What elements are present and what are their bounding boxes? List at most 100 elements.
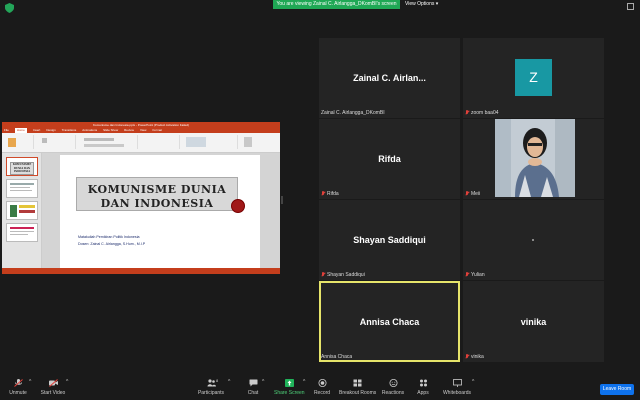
participant-label: Yulian bbox=[465, 272, 485, 278]
whiteboards-button[interactable]: Whiteboards bbox=[441, 379, 473, 396]
meeting-toolbar: Unmute ^ Start Video ^ Participants 8 ^ bbox=[0, 376, 640, 400]
participant-tile[interactable]: Rifda Rifda bbox=[319, 119, 460, 199]
participant-label-text: Rifda bbox=[327, 191, 339, 197]
ribbon-icon bbox=[42, 138, 47, 143]
record-button[interactable]: Record bbox=[313, 379, 331, 396]
participant-video-frame bbox=[495, 119, 575, 197]
participants-button[interactable]: Participants bbox=[197, 379, 225, 396]
slide-thumbnail[interactable] bbox=[6, 223, 38, 242]
mic-muted-icon bbox=[465, 272, 469, 277]
viewing-screen-banner: You are viewing Zainal C. Airlangga_DKom… bbox=[273, 0, 400, 9]
participant-tile[interactable]: Zainal C. Airlan... Zainal C. Airlangga_… bbox=[319, 38, 460, 118]
breakout-rooms-button[interactable]: Breakout Rooms bbox=[339, 379, 377, 396]
unmute-label: Unmute bbox=[9, 390, 27, 396]
participant-label: Zainal C. Airlangga_DKomBI bbox=[321, 110, 385, 116]
start-video-button[interactable]: Start Video bbox=[39, 379, 67, 396]
participant-display-name: Rifda bbox=[378, 154, 401, 164]
thumb-heading: KOMUNISME DUNIA DAN INDONESIA bbox=[10, 162, 34, 175]
slide-canvas: KOMUNISME DUNIA DAN INDONESIA Matakuliah… bbox=[42, 153, 280, 268]
participants-count: 8 bbox=[216, 378, 219, 383]
participant-display-name: Shayan Saddiqui bbox=[353, 235, 426, 245]
audio-options-caret[interactable]: ^ bbox=[29, 379, 31, 385]
participant-label-text: Yulian bbox=[471, 272, 485, 278]
share-screen-label: Share Screen bbox=[274, 390, 305, 396]
slide-subtitle-course: Matakuliah Pemikiran Politik Indonesia bbox=[78, 235, 140, 239]
resize-handle[interactable] bbox=[281, 196, 283, 204]
participant-label-text: zoom baa04 bbox=[471, 110, 499, 116]
chat-options-caret[interactable]: ^ bbox=[262, 379, 264, 385]
participant-display-name: Annisa Chaca bbox=[359, 316, 420, 327]
reactions-label: Reactions bbox=[381, 390, 405, 396]
paste-icon bbox=[8, 138, 16, 147]
record-label: Record bbox=[313, 390, 331, 396]
participant-label: vinika bbox=[465, 354, 484, 360]
reactions-icon bbox=[389, 379, 397, 387]
current-slide[interactable]: KOMUNISME DUNIA DAN INDONESIA Matakuliah… bbox=[60, 155, 260, 268]
mic-muted-icon bbox=[321, 272, 325, 277]
chat-icon bbox=[249, 379, 257, 387]
ppt-ribbon bbox=[2, 133, 280, 153]
shared-screen[interactable]: Komunisme dan Indonesia.pptx - PowerPoin… bbox=[2, 122, 280, 274]
participant-display-name: Zainal C. Airlan... bbox=[353, 73, 426, 83]
chat-button[interactable]: Chat bbox=[245, 379, 261, 396]
mic-muted-icon bbox=[13, 379, 23, 387]
apps-icon bbox=[419, 379, 427, 387]
participant-label: zoom baa04 bbox=[465, 110, 499, 116]
leave-room-button[interactable]: Leave Room bbox=[600, 384, 634, 395]
apps-button[interactable]: Apps bbox=[415, 379, 431, 396]
slide-thumbnail[interactable] bbox=[6, 201, 38, 220]
shield-icon[interactable] bbox=[5, 3, 14, 13]
university-seal-icon bbox=[231, 199, 245, 213]
start-video-label: Start Video bbox=[40, 390, 66, 396]
slide-thumbnail[interactable] bbox=[6, 179, 38, 198]
unmute-button[interactable]: Unmute bbox=[6, 379, 30, 396]
participant-tile-active-speaker[interactable]: Annisa Chaca Annisa Chaca bbox=[319, 281, 460, 362]
participants-options-caret[interactable]: ^ bbox=[228, 379, 230, 385]
participant-label-text: Meii bbox=[471, 191, 481, 197]
share-options-caret[interactable]: ^ bbox=[303, 379, 305, 385]
slide-title-line2: DAN INDONESIA bbox=[100, 197, 214, 210]
fullscreen-icon[interactable] bbox=[627, 3, 634, 10]
breakout-rooms-icon bbox=[353, 379, 361, 387]
ribbon-group bbox=[140, 135, 180, 149]
record-icon bbox=[318, 379, 326, 387]
slide-thumbnail-pane: KOMUNISME DUNIA DAN INDONESIA bbox=[2, 153, 42, 268]
slide-subtitle-lecturer: Dosen: Zainal C. Airlangga, S.Hum., M.I.… bbox=[78, 242, 146, 246]
whiteboards-options-caret[interactable]: ^ bbox=[472, 379, 474, 385]
participant-label-text: vinika bbox=[471, 354, 484, 360]
participant-tile[interactable]: Shayan Saddiqui Shayan Saddiqui bbox=[319, 200, 460, 280]
participant-tile[interactable]: Meii bbox=[463, 119, 604, 199]
reactions-button[interactable]: Reactions bbox=[381, 379, 405, 396]
shapes-gallery bbox=[186, 137, 206, 147]
participant-video bbox=[495, 119, 575, 197]
participant-tile[interactable]: Yulian bbox=[463, 200, 604, 280]
participants-label: Participants bbox=[197, 390, 225, 396]
chevron-down-icon: ▾ bbox=[435, 1, 439, 7]
slide-title-box: KOMUNISME DUNIA DAN INDONESIA bbox=[76, 177, 238, 211]
mic-muted-icon bbox=[465, 354, 469, 359]
mic-muted-icon bbox=[321, 191, 325, 196]
mic-muted-icon bbox=[465, 110, 469, 115]
avatar: Z bbox=[515, 59, 552, 96]
whiteboard-icon bbox=[452, 379, 462, 387]
view-options-button[interactable]: View Options ▾ bbox=[405, 0, 445, 9]
participant-label-text: Shayan Saddiqui bbox=[327, 272, 365, 278]
breakout-rooms-label: Breakout Rooms bbox=[339, 390, 377, 396]
participant-tile[interactable]: vinika vinika bbox=[463, 281, 604, 362]
slide-thumbnail[interactable]: KOMUNISME DUNIA DAN INDONESIA bbox=[6, 157, 38, 176]
participant-label: Rifda bbox=[321, 191, 339, 197]
ppt-workspace: KOMUNISME DUNIA DAN INDONESIA KOMUNISME … bbox=[2, 153, 280, 268]
slide-title-line1: KOMUNISME DUNIA bbox=[87, 183, 227, 196]
mic-muted-icon bbox=[465, 191, 469, 196]
video-off-icon bbox=[48, 379, 58, 387]
participants-icon bbox=[207, 379, 216, 387]
video-options-caret[interactable]: ^ bbox=[66, 379, 68, 385]
chat-label: Chat bbox=[247, 390, 259, 396]
whiteboards-label: Whiteboards bbox=[442, 390, 472, 396]
video-off-dot bbox=[532, 239, 534, 241]
participant-tile[interactable]: Z zoom baa04 bbox=[463, 38, 604, 118]
editing-icon bbox=[244, 137, 252, 147]
font-box bbox=[84, 138, 114, 141]
share-screen-button[interactable]: Share Screen bbox=[274, 379, 305, 396]
zoom-window: You are viewing Zainal C. Airlangga_DKom… bbox=[0, 0, 640, 400]
